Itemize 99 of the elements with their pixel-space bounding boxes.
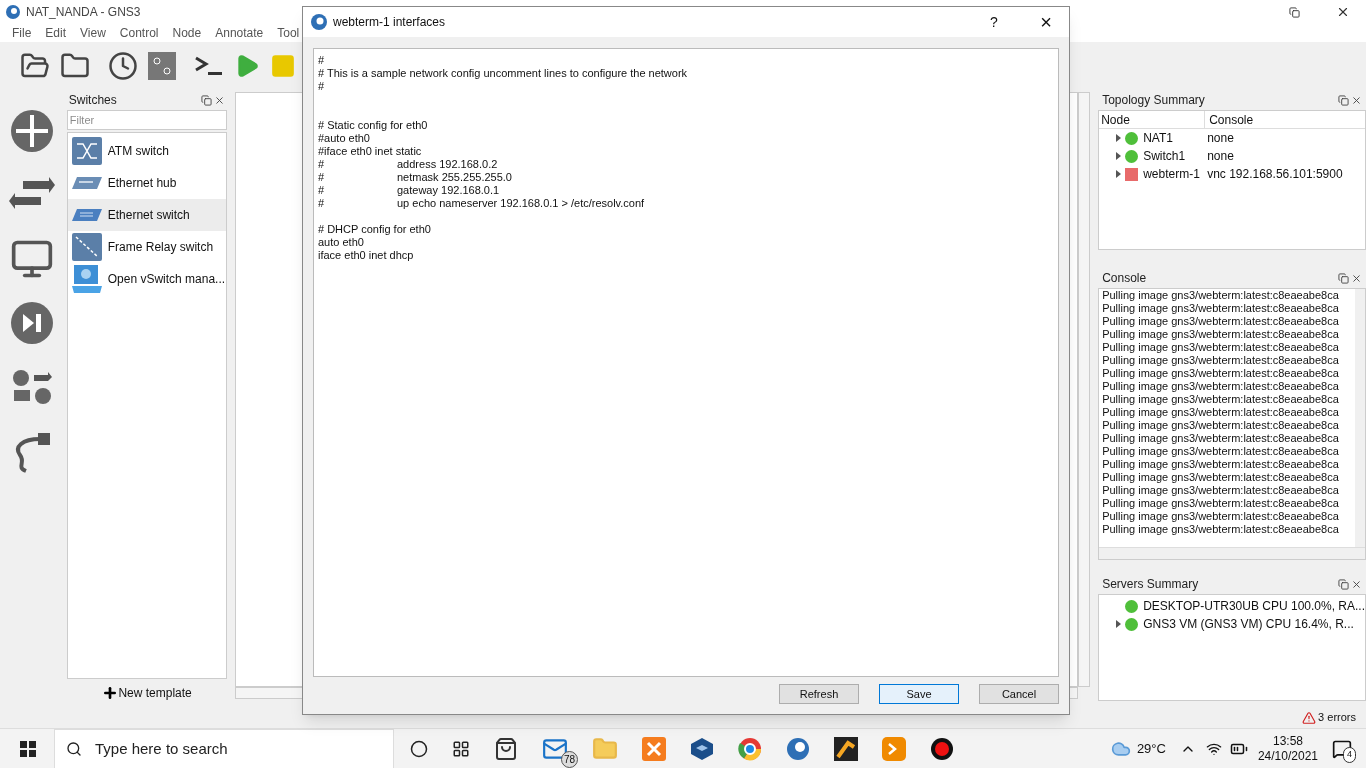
console-line: Pulling image gns3/webterm:latest:c8eaeabe8ca xyxy=(1102,315,1340,328)
expand-arrow-icon[interactable] xyxy=(1116,152,1122,160)
console-line: Pulling image gns3/webterm:latest:c8eaeabe8ca xyxy=(1102,510,1340,523)
console-line: Pulling image gns3/webterm:latest:c8eaeabe8ca xyxy=(1102,328,1340,341)
panel-title: Servers Summary xyxy=(1102,576,1199,593)
console-line: Pulling image gns3/webterm:latest:c8eaeabe8ca xyxy=(1102,432,1340,445)
template-item[interactable]: Ethernet hub xyxy=(67,167,227,199)
restore-icon[interactable] xyxy=(1289,6,1300,18)
warning-icon xyxy=(1302,710,1317,725)
expand-arrow-icon[interactable] xyxy=(1116,170,1122,178)
console-line: Pulling image gns3/webterm:latest:c8eaeabe8ca xyxy=(1102,302,1340,315)
panel-title: Topology Summary xyxy=(1102,92,1205,109)
app-logo-icon xyxy=(311,14,327,30)
menu-item[interactable]: Node xyxy=(172,24,202,42)
console-line: Pulling image gns3/webterm:latest:c8eaeabe8ca xyxy=(1102,445,1340,458)
clock-icon[interactable] xyxy=(108,51,138,81)
template-item[interactable]: Open vSwitch mana... xyxy=(67,263,227,295)
router-category-icon[interactable] xyxy=(9,108,56,154)
browser-icon[interactable] xyxy=(738,736,762,761)
window-title: NAT_NANDA - GNS3 xyxy=(26,4,141,21)
float-panel-icon[interactable] xyxy=(1338,272,1349,284)
dialog-button[interactable]: Refresh xyxy=(779,684,859,704)
console-line: Pulling image gns3/webterm:latest:c8eaeabe8ca xyxy=(1102,354,1340,367)
horizontal-scrollbar[interactable] xyxy=(1099,547,1365,559)
dialog-button[interactable]: Cancel xyxy=(979,684,1059,704)
temperature[interactable]: 29°C xyxy=(1136,738,1166,759)
console-address: vnc 192.168.56.101:5900 xyxy=(1206,166,1343,183)
template-item[interactable]: ATM switch xyxy=(67,135,227,167)
console-line: Pulling image gns3/webterm:latest:c8eaeabe8ca xyxy=(1102,458,1340,471)
windows-logo-icon[interactable] xyxy=(20,740,36,757)
new-template-button[interactable]: New template xyxy=(64,679,230,707)
atm-switch-icon xyxy=(70,136,103,166)
console-line: Pulling image gns3/webterm:latest:c8eaeabe8ca xyxy=(1102,484,1340,497)
cortana-icon[interactable] xyxy=(410,739,428,758)
panel-title: Switches xyxy=(68,92,117,109)
help-button[interactable]: ? xyxy=(979,11,1009,33)
console-line: Pulling image gns3/webterm:latest:c8eaeabe8ca xyxy=(1102,523,1340,536)
close-icon[interactable] xyxy=(1336,5,1350,19)
vertical-scrollbar[interactable] xyxy=(1355,289,1365,547)
console-address: none xyxy=(1206,130,1234,147)
console-line: Pulling image gns3/webterm:latest:c8eaeabe8ca xyxy=(1102,393,1340,406)
console-line: Pulling image gns3/webterm:latest:c8eaeabe8ca xyxy=(1102,497,1340,510)
task-view-icon[interactable] xyxy=(452,739,470,758)
console-line: Pulling image gns3/webterm:latest:c8eaeabe8ca xyxy=(1102,341,1340,354)
expand-arrow-icon[interactable] xyxy=(1116,620,1122,628)
expand-arrow-icon[interactable] xyxy=(1116,134,1122,142)
cube-app-icon[interactable] xyxy=(690,736,714,761)
template-item[interactable]: Ethernet switch xyxy=(67,199,227,231)
float-panel-icon[interactable] xyxy=(1338,578,1349,590)
app-logo-icon[interactable] xyxy=(786,736,810,761)
console-line: Pulling image gns3/webterm:latest:c8eaeabe8ca xyxy=(1102,471,1340,484)
plus-icon xyxy=(102,685,119,701)
mail-badge: 78 xyxy=(560,750,578,768)
close-button[interactable]: × xyxy=(1023,12,1069,32)
column-header[interactable]: Node xyxy=(1099,111,1206,128)
node-name[interactable]: webterm-1 xyxy=(1139,165,1206,183)
close-icon[interactable] xyxy=(214,94,226,106)
node-name[interactable]: NAT1 xyxy=(1139,129,1206,147)
error-count[interactable]: 3 errors xyxy=(1318,709,1356,726)
console-line: Pulling image gns3/webterm:latest:c8eaeabe8ca xyxy=(1102,380,1340,393)
close-icon[interactable] xyxy=(1351,578,1362,590)
search-field[interactable]: Type here to search xyxy=(54,728,394,768)
search-icon xyxy=(66,740,82,757)
dialog-title: webterm-1 interfaces xyxy=(333,14,446,31)
column-header[interactable]: Console xyxy=(1205,111,1258,128)
terminal-icon[interactable] xyxy=(194,55,224,77)
config-editor[interactable]: # # This is a sample network config uncomment lines to configure the network # # Static config for eth0 #auto eth0 #iface eth0 inet static # address 192.168.0.2 # netmask 255.255.255.0 # gateway 192.168.0.1 # up echo nameserver 192.168.0.1 > /etc/resolv.conf # DHCP config for eth0 auto eth0 iface eth0 inet dhcp xyxy=(313,48,1059,677)
close-icon[interactable] xyxy=(1351,272,1362,284)
console-address: none xyxy=(1206,148,1234,165)
console-line: Pulling image gns3/webterm:latest:c8eaeabe8ca xyxy=(1102,406,1340,419)
console-line: Pulling image gns3/webterm:latest:c8eaeabe8ca xyxy=(1102,419,1340,432)
notification-count: 4 xyxy=(1343,747,1356,763)
menu-item[interactable]: File xyxy=(12,24,32,42)
menu-item[interactable]: Control xyxy=(119,24,159,42)
menu-item[interactable]: View xyxy=(80,24,106,42)
menu-item[interactable]: Tool xyxy=(277,24,300,42)
float-panel-icon[interactable] xyxy=(1338,94,1349,106)
dialog-button[interactable]: Save xyxy=(879,684,959,704)
filter-field[interactable]: Filter xyxy=(66,110,228,130)
node-name[interactable]: Switch1 xyxy=(1139,147,1206,165)
console-line: Pulling image gns3/webterm:latest:c8eaeabe8ca xyxy=(1102,367,1340,380)
panel-title: Console xyxy=(1102,270,1147,287)
clock[interactable]: 13:58 24/10/2021 xyxy=(1257,733,1318,764)
console-line: Pulling image gns3/webterm:latest:c8eaeabe8ca xyxy=(1102,289,1340,302)
switch-icon xyxy=(70,207,103,223)
monitor-icon xyxy=(70,264,103,294)
store-icon[interactable] xyxy=(494,736,518,761)
server-status[interactable]: GNS3 VM (GNS3 VM) CPU 16.4%, R... xyxy=(1139,615,1354,633)
menu-item[interactable]: Annotate xyxy=(215,24,264,42)
template-item[interactable]: Frame Relay switch xyxy=(67,231,227,263)
record-icon[interactable] xyxy=(930,736,954,761)
menu-item[interactable]: Edit xyxy=(45,24,67,42)
app-logo-icon xyxy=(6,5,20,19)
hub-icon xyxy=(70,175,103,191)
close-icon[interactable] xyxy=(1351,94,1362,106)
server-status[interactable]: DESKTOP-UTR30UB CPU 100.0%, RA... xyxy=(1139,597,1365,615)
vertical-scrollbar[interactable] xyxy=(1078,92,1091,687)
frame-relay-icon xyxy=(70,232,103,262)
float-panel-icon[interactable] xyxy=(201,94,213,106)
